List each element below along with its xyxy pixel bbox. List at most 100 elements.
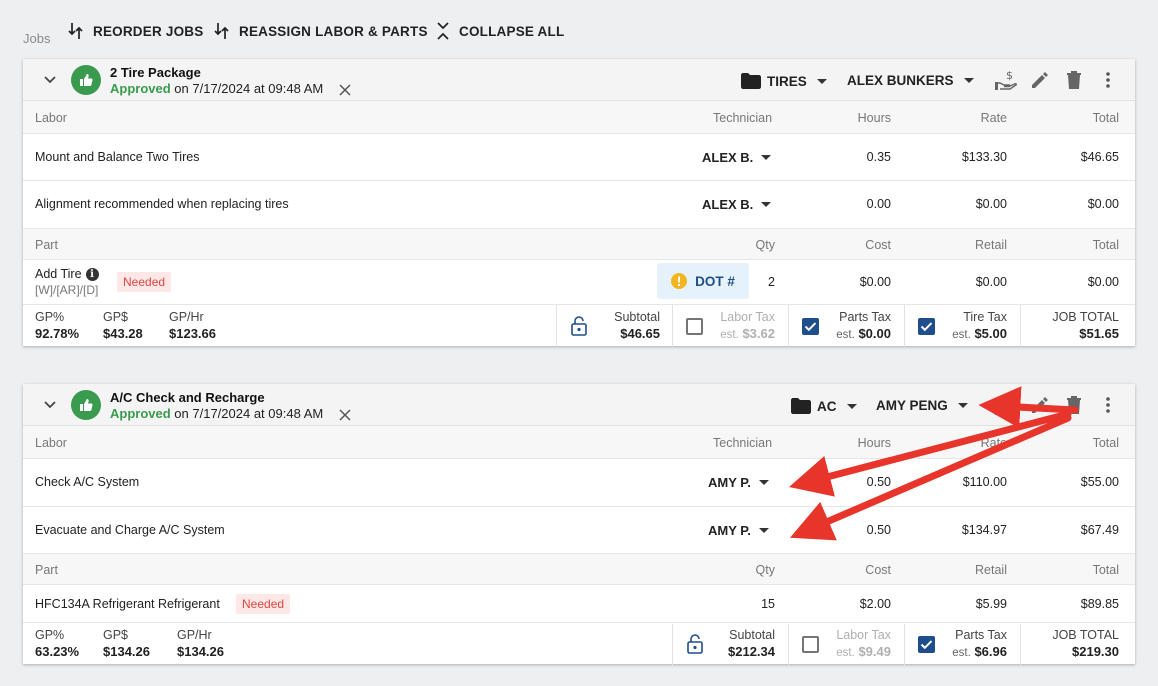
total-col-header: Total bbox=[1092, 238, 1119, 252]
caret-down-icon bbox=[758, 528, 769, 533]
edit-icon[interactable] bbox=[1029, 69, 1051, 91]
more-vert-icon[interactable] bbox=[1097, 394, 1119, 416]
labor-hours: 0.00 bbox=[866, 197, 891, 211]
total-col-header: Total bbox=[1092, 111, 1119, 125]
caret-down-icon bbox=[816, 78, 827, 84]
reassign-labor-parts-button[interactable]: REASSIGN LABOR & PARTS bbox=[214, 22, 428, 40]
part-row[interactable]: HFC134A Refrigerant Refrigerant Needed 1… bbox=[23, 585, 1135, 623]
labor-total: $46.65 bbox=[1080, 150, 1119, 164]
chevron-down-icon[interactable] bbox=[43, 398, 57, 412]
gp-percent-value: 63.23% bbox=[35, 644, 80, 659]
collapse-icon bbox=[437, 22, 449, 40]
chevron-down-icon[interactable] bbox=[43, 73, 57, 87]
labor-tax-value: $9.49 bbox=[858, 644, 891, 659]
edit-icon[interactable] bbox=[1029, 394, 1051, 416]
parts-tax-label: Parts Tax bbox=[839, 310, 891, 324]
technician-value: AMY P. bbox=[708, 523, 751, 538]
caret-down-icon bbox=[758, 480, 769, 485]
labor-name: Alignment recommended when replacing tir… bbox=[35, 197, 289, 211]
cost-col-header: Cost bbox=[865, 238, 891, 252]
part-row[interactable]: Add Tire i [W]/[AR]/[D] Needed DOT # 2 $0… bbox=[23, 260, 1135, 305]
jobs-toolbar: Jobs REORDER JOBS REASSIGN LABOR & PARTS… bbox=[0, 0, 1158, 58]
part-retail: $5.99 bbox=[975, 597, 1007, 611]
parts-tax-value-wrap: est. $0.00 bbox=[813, 326, 891, 341]
thumbs-up-icon bbox=[71, 65, 101, 95]
job-status: Approved on 7/17/2024 at 09:48 AM bbox=[110, 406, 323, 421]
info-icon[interactable]: i bbox=[85, 268, 99, 282]
category-dropdown[interactable]: AC bbox=[791, 398, 857, 414]
retail-col-header: Retail bbox=[975, 563, 1007, 577]
subtotal-label: Subtotal bbox=[614, 310, 660, 324]
gp-hour-value: $134.26 bbox=[177, 644, 224, 659]
reassign-label: REASSIGN LABOR & PARTS bbox=[239, 23, 428, 39]
svg-text:$: $ bbox=[1006, 394, 1013, 407]
reorder-jobs-button[interactable]: REORDER JOBS bbox=[68, 22, 203, 40]
divider bbox=[672, 624, 673, 666]
part-header-row: Part Qty Cost Retail Total bbox=[23, 554, 1135, 585]
labor-rate: $133.30 bbox=[961, 150, 1007, 164]
labor-total: $0.00 bbox=[1087, 197, 1119, 211]
caret-down-icon bbox=[761, 155, 772, 160]
reassign-icon bbox=[214, 23, 229, 39]
total-col-header: Total bbox=[1092, 436, 1119, 450]
divider bbox=[904, 305, 905, 347]
total-col-header: Total bbox=[1092, 563, 1119, 577]
parts-tax-est: est. bbox=[836, 329, 855, 341]
part-col-header: Part bbox=[35, 563, 58, 577]
gp-hour-value: $123.66 bbox=[169, 326, 216, 341]
job-total-label: JOB TOTAL bbox=[1052, 310, 1119, 324]
caret-down-icon bbox=[957, 403, 968, 408]
job-card-ac-recharge: A/C Check and Recharge Approved on 7/17/… bbox=[23, 384, 1135, 666]
hand-dollar-icon[interactable]: $ bbox=[995, 394, 1017, 416]
labor-row[interactable]: Evacuate and Charge A/C System AMY P. 0.… bbox=[23, 507, 1135, 554]
technician-dropdown[interactable]: AMY P. bbox=[708, 523, 769, 538]
category-value: AC bbox=[817, 398, 837, 414]
divider bbox=[672, 305, 673, 347]
divider bbox=[904, 624, 905, 666]
technician-dropdown[interactable]: AMY P. bbox=[708, 475, 769, 490]
labor-row[interactable]: Alignment recommended when replacing tir… bbox=[23, 181, 1135, 229]
labor-row[interactable]: Check A/C System AMY P. 0.50 $110.00 $55… bbox=[23, 459, 1135, 507]
part-total: $89.85 bbox=[1080, 597, 1119, 611]
job-total-value: $51.65 bbox=[1079, 326, 1119, 341]
job-total-value: $219.30 bbox=[1072, 644, 1119, 659]
part-retail: $0.00 bbox=[975, 275, 1007, 289]
part-name: Add Tire bbox=[35, 267, 82, 281]
part-col-header: Part bbox=[35, 238, 58, 252]
parts-tax-label: Parts Tax bbox=[955, 628, 1007, 642]
labor-tax-label: Labor Tax bbox=[836, 628, 891, 642]
delete-icon[interactable] bbox=[1063, 69, 1085, 91]
divider bbox=[556, 305, 557, 347]
job-footer: GP% 63.23% GP$ $134.26 GP/Hr $134.26 Sub… bbox=[23, 624, 1135, 666]
category-dropdown[interactable]: TIRES bbox=[741, 73, 827, 89]
collapse-all-label: COLLAPSE ALL bbox=[459, 23, 565, 39]
approved-status: Approved bbox=[110, 81, 171, 96]
more-vert-icon[interactable] bbox=[1097, 69, 1119, 91]
technician-dropdown[interactable]: ALEX B. bbox=[702, 150, 772, 165]
job-header: A/C Check and Recharge Approved on 7/17/… bbox=[23, 384, 1135, 426]
approved-status: Approved bbox=[110, 406, 171, 421]
close-icon[interactable] bbox=[339, 84, 351, 96]
retail-col-header: Retail bbox=[975, 238, 1007, 252]
folder-icon bbox=[741, 73, 761, 89]
assignee-dropdown[interactable]: AMY PENG bbox=[876, 398, 968, 413]
jobs-label: Jobs bbox=[23, 31, 51, 46]
hours-col-header: Hours bbox=[857, 111, 891, 125]
labor-row[interactable]: Mount and Balance Two Tires ALEX B. 0.35… bbox=[23, 134, 1135, 181]
caret-down-icon bbox=[761, 202, 772, 207]
technician-value: AMY P. bbox=[708, 475, 751, 490]
hand-dollar-icon[interactable]: $ bbox=[995, 69, 1017, 91]
close-icon[interactable] bbox=[339, 409, 351, 421]
collapse-all-button[interactable]: COLLAPSE ALL bbox=[436, 22, 564, 40]
delete-icon[interactable] bbox=[1063, 394, 1085, 416]
assignee-dropdown[interactable]: ALEX BUNKERS bbox=[847, 73, 974, 88]
labor-hours: 0.50 bbox=[866, 523, 891, 537]
job-title: A/C Check and Recharge bbox=[110, 390, 265, 405]
technician-dropdown[interactable]: ALEX B. bbox=[702, 197, 772, 212]
job-status: Approved on 7/17/2024 at 09:48 AM bbox=[110, 81, 323, 96]
labor-total: $67.49 bbox=[1080, 523, 1119, 537]
gp-dollar-label: GP$ bbox=[103, 310, 129, 324]
lock-open-icon[interactable] bbox=[687, 634, 703, 654]
gp-hour-label: GP/Hr bbox=[177, 628, 212, 642]
needed-badge: Needed bbox=[117, 272, 172, 292]
